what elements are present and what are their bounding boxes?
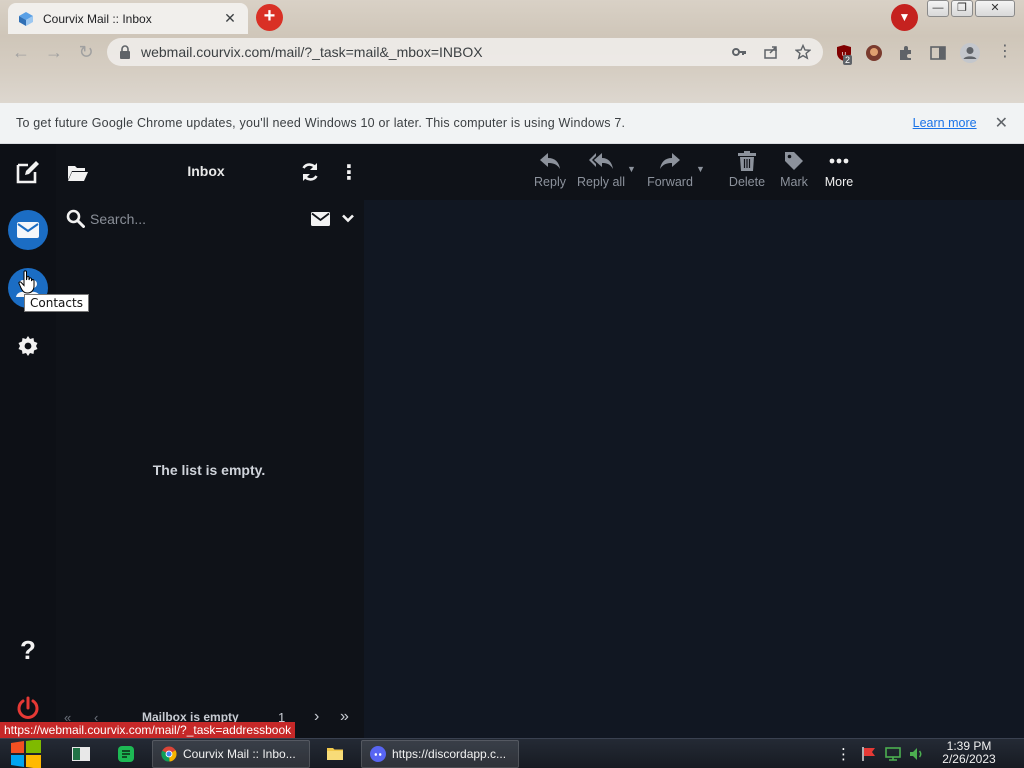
url-text: webmail.courvix.com/mail/?_task=mail&_mb… (141, 44, 483, 60)
windows-start-icon[interactable] (8, 740, 44, 768)
refresh-icon[interactable] (300, 162, 320, 182)
hand-cursor-icon (18, 270, 35, 294)
compose-button[interactable] (8, 152, 48, 192)
search-input[interactable] (90, 206, 290, 232)
power-icon (17, 696, 39, 719)
tag-icon (785, 152, 803, 170)
trash-icon (738, 151, 756, 171)
restore-button[interactable]: ❐ (951, 0, 973, 17)
settings-nav-button[interactable] (8, 326, 48, 366)
search-scope-envelope-icon[interactable] (311, 212, 330, 226)
system-tray: ⋮ (836, 740, 925, 768)
profile-icon[interactable] (959, 42, 981, 64)
share-icon[interactable] (763, 44, 779, 60)
windows-taskbar: Courvix Mail :: Inbo... https://discorda… (0, 738, 1024, 768)
empty-list-message: The list is empty. (152, 462, 266, 478)
new-tab-button[interactable]: + (256, 4, 283, 31)
taskbar-discord-task[interactable]: https://discordapp.c... (361, 740, 519, 768)
browser-tab[interactable]: Courvix Mail :: Inbox ✕ (8, 3, 248, 34)
infobar-close-icon[interactable]: ✕ (995, 113, 1008, 133)
app-rail: ? (0, 144, 56, 738)
chevron-down-icon[interactable] (342, 214, 354, 223)
help-nav-button[interactable]: ? (8, 630, 48, 670)
delete-button[interactable]: Delete (726, 150, 768, 194)
infobar-message: To get future Google Chrome updates, you… (16, 116, 626, 130)
link-status-bar: https://webmail.courvix.com/mail/?_task=… (0, 722, 296, 738)
minimize-button[interactable]: — (927, 0, 949, 17)
compose-icon (16, 161, 39, 184)
message-action-bar: Reply Reply all ▼ Forward ▼ Delete Mark … (364, 144, 1024, 200)
bookmark-star-icon[interactable] (795, 44, 811, 60)
message-content-pane (364, 200, 1024, 738)
question-icon: ? (20, 634, 36, 665)
taskbar-chrome-task[interactable]: Courvix Mail :: Inbo... (152, 740, 310, 768)
tab-close-icon[interactable]: ✕ (222, 10, 238, 27)
key-icon[interactable] (731, 44, 747, 60)
gear-icon (18, 336, 38, 356)
contacts-tooltip: Contacts (24, 294, 89, 312)
tab-title: Courvix Mail :: Inbox (43, 11, 152, 26)
tray-overflow-icon[interactable]: ⋮ (836, 745, 851, 763)
discord-icon (370, 746, 386, 762)
webmail-app: ? Inbox ⋮ Search... The list is empty. «… (0, 144, 1024, 738)
reply-all-icon (589, 153, 613, 169)
reply-button[interactable]: Reply (530, 150, 570, 194)
list-options-icon[interactable]: ⋮ (339, 160, 359, 185)
forward-arrow-icon[interactable]: → (44, 42, 64, 62)
forward-icon (660, 153, 680, 169)
chrome-update-infobar: To get future Google Chrome updates, you… (0, 103, 1024, 144)
reply-icon (540, 153, 560, 169)
tab-search-button[interactable]: ▼ (891, 4, 918, 31)
mark-button[interactable]: Mark (775, 150, 813, 194)
avatar-extension-icon[interactable] (865, 44, 883, 62)
extension-badge: 2 (843, 55, 853, 65)
lock-icon (120, 45, 130, 59)
search-icon (66, 209, 85, 228)
forward-button[interactable]: Forward (645, 150, 695, 194)
reload-icon[interactable]: ↻ (76, 42, 96, 62)
last-page-icon[interactable]: » (340, 708, 349, 726)
courvix-favicon-icon (19, 11, 33, 26)
reply-all-button[interactable]: Reply all (576, 150, 626, 194)
taskbar-clock[interactable]: 1:39 PM 2/26/2023 (938, 740, 1000, 766)
action-center-flag-icon[interactable] (861, 746, 877, 762)
clock-date: 2/26/2023 (942, 752, 996, 766)
chrome-icon (161, 746, 177, 762)
chrome-menu-icon[interactable]: ⋮ (997, 41, 1013, 61)
forward-caret-icon[interactable]: ▼ (696, 164, 705, 174)
list-header: Inbox ⋮ (56, 144, 364, 200)
message-list-pane: Inbox ⋮ The list is empty. (56, 144, 364, 738)
more-icon (829, 158, 849, 164)
network-icon[interactable] (885, 746, 901, 762)
more-button[interactable]: More (820, 150, 858, 194)
reply-all-caret-icon[interactable]: ▼ (627, 164, 636, 174)
file-explorer-icon[interactable] (327, 746, 343, 760)
back-arrow-icon[interactable]: ← (11, 42, 31, 62)
extensions-puzzle-icon[interactable] (897, 44, 915, 62)
spreadsheet-app-icon[interactable] (72, 747, 90, 761)
window-controls: — ❐ ✕ (927, 0, 1015, 17)
browser-titlebar: Courvix Mail :: Inbox ✕ + ▼ — ❐ ✕ ← → ↻ … (0, 0, 1024, 103)
close-window-button[interactable]: ✕ (975, 0, 1015, 17)
envelope-icon (17, 222, 39, 238)
next-page-icon[interactable]: › (314, 708, 319, 726)
address-bar[interactable]: webmail.courvix.com/mail/?_task=mail&_mb… (107, 38, 823, 66)
learn-more-link[interactable]: Learn more (913, 116, 977, 130)
search-row (56, 200, 364, 238)
notes-app-icon[interactable] (117, 745, 135, 763)
mail-nav-button[interactable] (8, 210, 48, 250)
side-panel-icon[interactable] (929, 44, 947, 62)
volume-icon[interactable] (909, 746, 925, 762)
